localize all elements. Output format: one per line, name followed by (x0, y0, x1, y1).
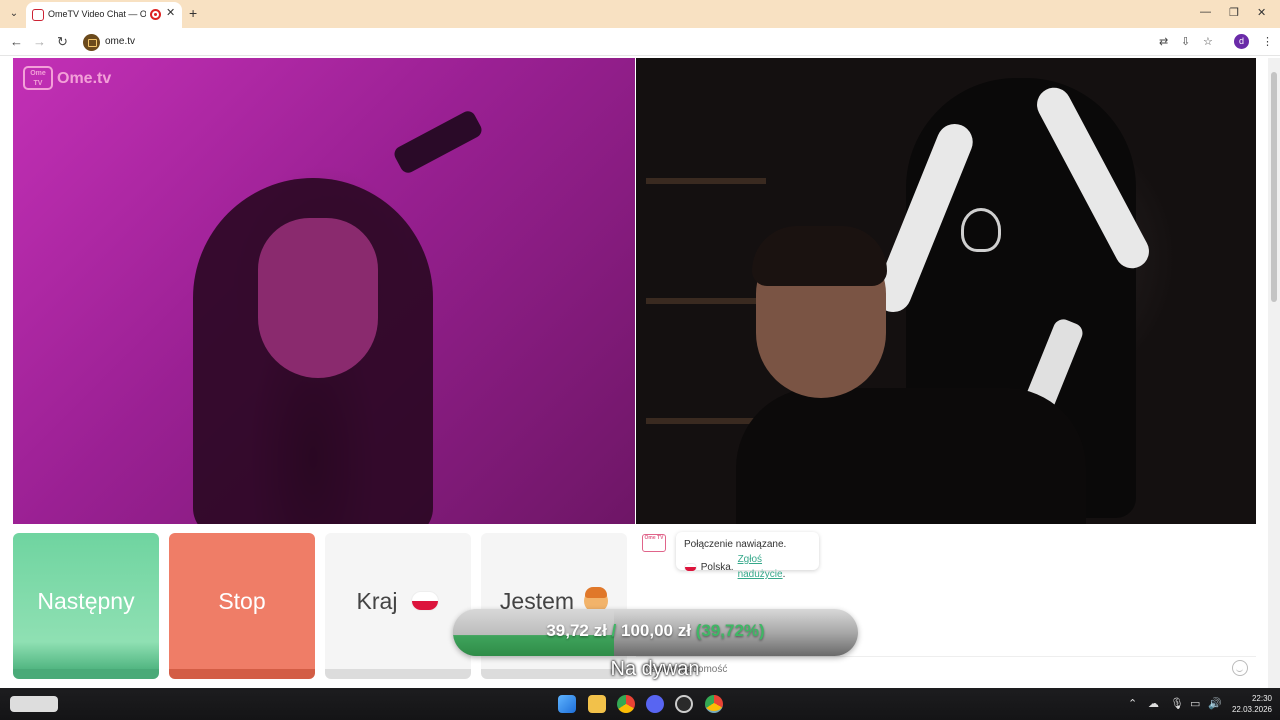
new-tab-icon[interactable]: + (189, 5, 197, 21)
poland-flag-icon (684, 562, 697, 572)
microphone-icon[interactable]: 🎙 (1170, 697, 1184, 710)
address-bar: ← → ↻ ome.tv ⇄ ⇩ ☆ ⋮ (0, 28, 1280, 56)
browser-tab-ometv[interactable]: OmeTV Video Chat — Ome ✕ (26, 2, 182, 28)
page-scrollbar[interactable] (1268, 58, 1280, 688)
connection-status-text: Połączenie nawiązane. (684, 539, 787, 550)
ometv-logo-box: Ome TV (23, 66, 53, 90)
volume-icon[interactable]: 🔊 (1208, 697, 1222, 710)
chat-panel: Ome TV Połączenie nawiązane. Polska. Zgł… (636, 524, 1256, 680)
person-hair-shape (752, 226, 887, 286)
tray-overflow-icon[interactable]: ⌃ (1128, 697, 1137, 710)
browser-menu-icon[interactable]: ⋮ (1262, 35, 1273, 48)
discord-icon[interactable] (646, 695, 664, 713)
chrome-profile-icon[interactable] (705, 695, 723, 713)
browser-tab-bar: ⌄ OmeTV Video Chat — Ome ✕ + — ❐ ✕ (0, 0, 1280, 28)
ometv-logo: Ome TV Ome.tv (23, 66, 123, 92)
recording-indicator-icon (150, 9, 161, 20)
person-body-shape (736, 388, 1086, 524)
country-line: Polska. Zgłoś nadużycie. (684, 552, 811, 582)
chair-emblem-icon (961, 208, 1001, 252)
clock-time: 22:30 (1251, 694, 1272, 703)
back-icon[interactable]: ← (10, 34, 23, 49)
country-button[interactable]: Kraj (325, 533, 471, 679)
emoji-icon[interactable] (1232, 660, 1248, 676)
report-abuse-link[interactable]: Zgłoś nadużycie (738, 554, 783, 580)
onedrive-icon[interactable]: ☁ (1148, 697, 1159, 710)
url-field[interactable]: ome.tv (105, 36, 135, 47)
ometv-favicon-icon (32, 9, 44, 21)
clock-date: 22.03.2026 (1231, 705, 1272, 714)
translate-icon[interactable]: ⇄ (1159, 35, 1168, 48)
stream-subtitle: Na dywan (610, 658, 700, 680)
shelf-shape (646, 418, 766, 424)
donation-current: 39,72 zł (546, 621, 607, 640)
taskbar: ⌃ ☁ 🎙 ▭ 🔊 22:30 22.03.2026 (0, 688, 1280, 720)
microphone-shape (391, 108, 485, 176)
donation-separator: / (611, 621, 617, 640)
display-icon[interactable]: ▭ (1190, 697, 1200, 710)
forward-icon[interactable]: → (33, 34, 46, 49)
stop-button[interactable]: Stop (169, 533, 315, 679)
next-button-label: Następny (37, 587, 135, 614)
tab-title: OmeTV Video Chat — Ome (48, 9, 146, 19)
tab-search-menu-icon[interactable]: ⌄ (6, 6, 22, 22)
widgets-icon[interactable] (10, 696, 58, 712)
tab-close-icon[interactable]: ✕ (166, 6, 175, 19)
obs-icon[interactable] (675, 695, 693, 713)
restore-icon[interactable]: ❐ (1229, 6, 1239, 19)
windows-start-icon[interactable] (558, 695, 576, 713)
self-video (636, 58, 1256, 524)
country-name: Polska. (700, 561, 734, 573)
shelf-shape (646, 298, 766, 304)
next-button[interactable]: Następny (13, 533, 159, 679)
taskbar-clock[interactable]: 22:30 22.03.2026 (1224, 693, 1272, 715)
ometv-logo-name: Ome.tv (57, 70, 112, 87)
donation-goal-bar: 39,72 zł / 100,00 zł (39,72%) (453, 609, 858, 656)
stranger-video: Ome TV Ome.tv (13, 58, 635, 524)
ometv-chat-logo: Ome TV (642, 534, 666, 552)
donation-percent: (39,72%) (695, 621, 765, 640)
system-message: Połączenie nawiązane. Polska. Zgłoś nadu… (676, 532, 819, 580)
stop-button-label: Stop (218, 587, 266, 614)
reload-icon[interactable]: ↻ (57, 34, 68, 50)
file-explorer-icon[interactable] (588, 695, 606, 713)
country-button-label: Kraj (356, 587, 398, 614)
chrome-icon[interactable] (617, 695, 635, 713)
window-close-icon[interactable]: ✕ (1257, 6, 1266, 19)
report-suffix: . (782, 569, 786, 580)
donation-goal: 100,00 zł (621, 621, 691, 640)
shelf-shape (646, 178, 766, 184)
profile-avatar[interactable]: d (1234, 34, 1249, 49)
person-face-shape (258, 218, 378, 378)
minimize-icon[interactable]: — (1200, 6, 1211, 18)
site-info-icon[interactable] (83, 34, 100, 51)
donation-text: 39,72 zł / 100,00 zł (39,72%) (453, 621, 858, 641)
poland-flag-icon (411, 591, 440, 611)
bookmark-star-icon[interactable]: ☆ (1203, 35, 1213, 48)
install-app-icon[interactable]: ⇩ (1181, 35, 1190, 48)
scrollbar-thumb[interactable] (1271, 72, 1277, 302)
